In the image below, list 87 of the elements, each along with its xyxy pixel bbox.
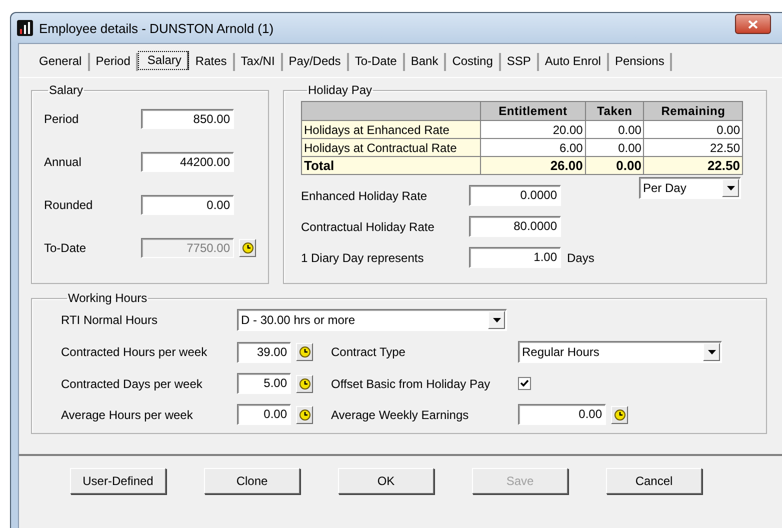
clock-button[interactable]	[611, 406, 628, 424]
tab[interactable]: Tax/NI	[234, 53, 283, 71]
field-label: Average Hours per week	[61, 408, 194, 422]
group-title: Salary	[48, 84, 84, 97]
field-label: Average Weekly Earnings	[331, 408, 470, 422]
close-icon	[748, 20, 758, 28]
table-cell: 26.00	[480, 156, 586, 174]
caret-icon	[726, 186, 734, 190]
clock-button[interactable]	[296, 406, 313, 424]
dialog-button[interactable]: Cancel	[606, 468, 702, 494]
input-field[interactable]: 44200.00	[141, 152, 234, 172]
field-label: Contracted Hours per week	[61, 345, 208, 359]
field-label: RTI Normal Hours	[61, 313, 158, 327]
clock-icon	[298, 378, 310, 390]
clock-button[interactable]	[239, 239, 256, 257]
table-cell: 22.50	[644, 156, 742, 174]
clock-button[interactable]	[296, 374, 313, 392]
input-field[interactable]: 5.00	[237, 373, 291, 394]
input-field[interactable]: 80.0000	[469, 216, 561, 237]
tab[interactable]: SSP	[500, 53, 539, 71]
input-field[interactable]: 0.0000	[469, 185, 561, 206]
dialog-button[interactable]: OK	[338, 468, 434, 494]
close-button[interactable]	[735, 14, 771, 34]
caret-icon	[492, 318, 500, 322]
tab[interactable]: Period	[90, 53, 138, 71]
table-cell: 20.00	[480, 120, 586, 138]
table-cell: 0.00	[644, 120, 742, 138]
row-label: Holidays at Contractual Rate	[302, 138, 480, 156]
dropdown-button[interactable]	[722, 179, 739, 197]
row-label: Holidays at Enhanced Rate	[302, 120, 480, 138]
table-cell: 0.00	[585, 120, 644, 138]
caret-icon	[708, 350, 716, 354]
tab[interactable]: Rates	[189, 53, 235, 71]
field-label: Rounded	[43, 198, 94, 212]
clock-button[interactable]	[296, 343, 313, 361]
table-cell: 22.50	[644, 138, 742, 156]
input-field[interactable]: 1.00	[469, 247, 561, 268]
tab[interactable]: Auto Enrol	[538, 53, 609, 71]
unit-label: Days	[567, 250, 594, 264]
group-title: Working Hours	[67, 292, 148, 305]
field-label: Offset Basic from Holiday Pay	[331, 376, 492, 390]
tab[interactable]: Pay/Deds	[282, 53, 349, 71]
checkbox[interactable]	[518, 377, 531, 390]
field-label: To-Date	[43, 241, 88, 255]
tab[interactable]: To-Date	[348, 53, 405, 71]
table-cell: 0.00	[585, 156, 644, 174]
input-field[interactable]: 0.00	[237, 404, 291, 425]
chart-icon	[17, 20, 33, 36]
tab[interactable]: Bank	[404, 53, 446, 71]
window-title: Employee details - DUNSTON Arnold (1)	[39, 20, 274, 36]
dropdown-value: D - 30.00 hrs or more	[241, 313, 356, 327]
field-label: Enhanced Holiday Rate	[301, 188, 428, 202]
clock-icon	[298, 346, 310, 358]
tab[interactable]: Costing	[446, 53, 501, 71]
group-title: Holiday Pay	[307, 84, 374, 97]
dropdown[interactable]: Regular Hours	[518, 341, 722, 363]
dropdown-value: Per Day	[643, 181, 688, 195]
dropdown-button[interactable]	[703, 343, 720, 361]
dropdown-button[interactable]	[488, 311, 505, 329]
column-header: Remaining	[644, 102, 742, 120]
dropdown[interactable]: Per Day	[639, 177, 741, 199]
field-label: Annual	[43, 155, 82, 169]
tab[interactable]: Salary	[138, 51, 190, 70]
field-label: Contractual Holiday Rate	[301, 220, 436, 234]
field-label: Contract Type	[331, 345, 406, 359]
field-label: 1 Diary Day represents	[301, 250, 425, 264]
field-label: Contracted Days per week	[61, 376, 204, 390]
clock-icon	[614, 408, 626, 420]
row-label: Total	[302, 156, 480, 174]
column-header: Taken	[585, 102, 644, 120]
field-label: Period	[43, 112, 80, 126]
clock-icon	[298, 408, 310, 420]
table-cell: 6.00	[480, 138, 586, 156]
column-header: Entitlement	[480, 102, 586, 120]
input-field[interactable]: 850.00	[141, 109, 234, 129]
dropdown-value: Regular Hours	[522, 345, 600, 359]
input-field[interactable]: 39.00	[237, 342, 291, 362]
dropdown[interactable]: D - 30.00 hrs or more	[237, 309, 507, 331]
dialog-button[interactable]: Clone	[204, 468, 300, 494]
input-field[interactable]: 0.00	[518, 404, 606, 425]
table-cell: 0.00	[585, 138, 644, 156]
dialog-button[interactable]: User-Defined	[70, 468, 166, 494]
tab[interactable]: General	[33, 53, 90, 71]
clock-icon	[242, 242, 254, 254]
tab[interactable]: Pensions	[608, 53, 672, 71]
checkmark-icon	[520, 379, 529, 388]
input-field[interactable]: 0.00	[141, 195, 234, 215]
